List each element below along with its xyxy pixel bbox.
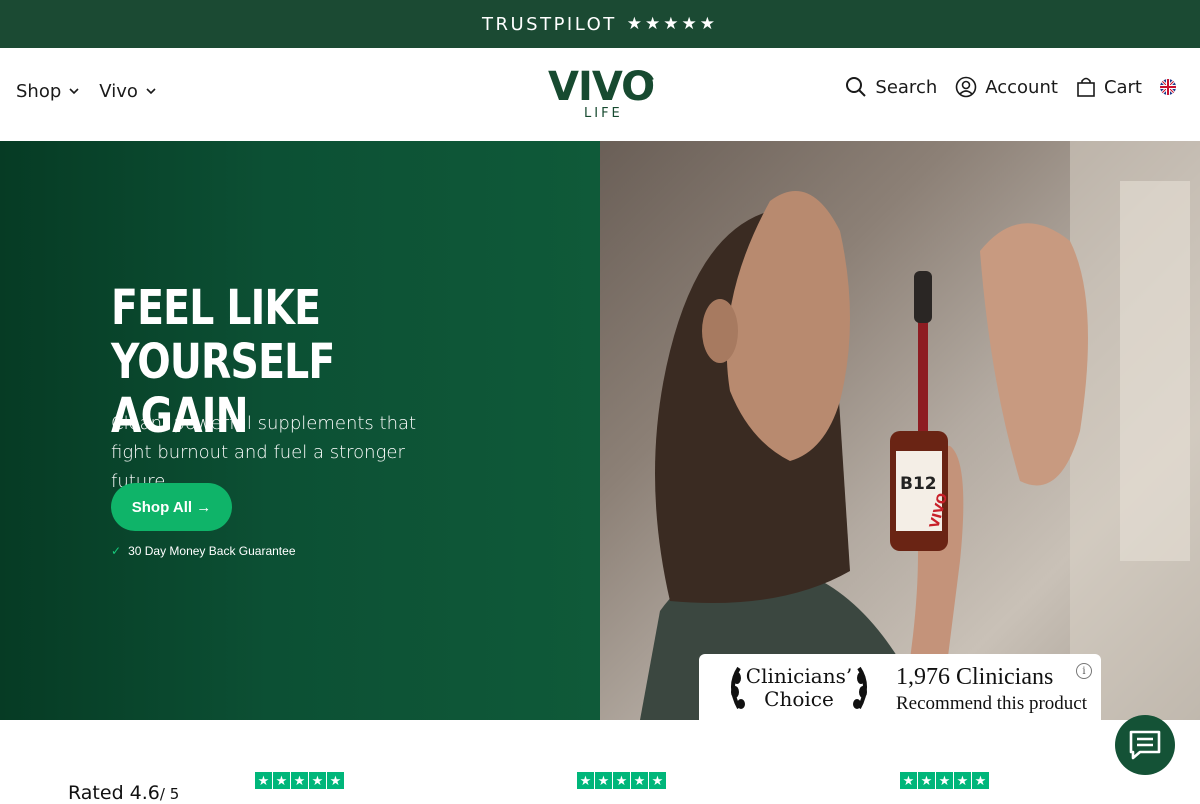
trustpilot-stars: ★★★★★: [626, 14, 718, 33]
star-icon: ★: [309, 772, 326, 789]
nav-vivo[interactable]: Vivo: [99, 81, 156, 102]
star-icon: ★: [273, 772, 290, 789]
cart-button[interactable]: Cart: [1076, 76, 1142, 98]
logo-sub: LIFE: [584, 106, 623, 121]
guarantee-note: ✓ 30 Day Money Back Guarantee: [111, 544, 296, 558]
review-stars: ★ ★ ★ ★ ★: [255, 772, 344, 789]
info-icon[interactable]: i: [1076, 663, 1092, 679]
guarantee-text: 30 Day Money Back Guarantee: [128, 544, 296, 558]
star-icon: ★: [918, 772, 935, 789]
star-icon: ★: [954, 772, 971, 789]
clinicians-title-line2: Choice: [764, 687, 834, 711]
shop-all-button[interactable]: Shop All →: [111, 483, 232, 531]
bottle-label-text: B12: [900, 474, 937, 494]
star-icon: ★: [972, 772, 989, 789]
star-icon: ★: [327, 772, 344, 789]
clinicians-choice-title: Clinicians’ Choice: [737, 665, 861, 711]
clinicians-choice-badge[interactable]: Clinicians’ Choice 1,976 Clinicians Reco…: [699, 654, 1101, 720]
star-icon: ★: [255, 772, 272, 789]
hero-image: B12 VIVO: [600, 141, 1200, 720]
search-label: Search: [875, 76, 938, 98]
account-label: Account: [985, 76, 1058, 98]
logo-mark: VIVO LIFE: [548, 64, 655, 121]
trustpilot-label: TRUSTPILOT: [481, 13, 617, 35]
rating-summary: Rated 4.6/ 5: [68, 782, 179, 804]
search-icon: [846, 77, 867, 97]
bag-icon: [1077, 77, 1095, 97]
clinicians-count: 1,976 Clinicians: [896, 664, 1054, 690]
logo-word: VIVO: [548, 64, 654, 110]
star-icon: ★: [577, 772, 594, 789]
rating-scale: / 5: [159, 785, 180, 803]
clinicians-recommend-text: Recommend this product: [896, 693, 1088, 714]
review-stars: ★ ★ ★ ★ ★: [577, 772, 666, 789]
cart-label: Cart: [1103, 76, 1142, 98]
chat-button[interactable]: [1115, 715, 1175, 775]
star-icon: ★: [936, 772, 953, 789]
primary-nav: Shop Vivo: [16, 81, 156, 102]
vivo-life-logo[interactable]: VIVO LIFE: [546, 62, 658, 122]
rating-value: Rated 4.6: [68, 782, 160, 804]
chat-icon: [1129, 730, 1161, 760]
search-button[interactable]: Search: [845, 76, 937, 98]
chevron-down-icon: [69, 88, 79, 95]
nav-shop-label: Shop: [16, 81, 62, 102]
review-stars: ★ ★ ★ ★ ★: [900, 772, 989, 789]
star-icon: ★: [900, 772, 917, 789]
utility-nav: Search Account Cart: [845, 76, 1176, 98]
account-icon: [955, 76, 977, 98]
check-icon: ✓: [111, 544, 122, 558]
nav-shop[interactable]: Shop: [16, 81, 79, 102]
trustpilot-banner[interactable]: TRUSTPILOT ★★★★★: [0, 0, 1200, 48]
hero-text-panel: FEEL LIKE YOURSELF AGAIN Clean, powerful…: [0, 141, 600, 720]
star-icon: ★: [649, 772, 666, 789]
hero-section: FEEL LIKE YOURSELF AGAIN Clean, powerful…: [0, 141, 1200, 720]
clinicians-title-line1: Clinicians’: [745, 664, 853, 688]
uk-flag-icon[interactable]: [1160, 79, 1176, 95]
star-icon: ★: [291, 772, 308, 789]
woman-with-dropper-illustration: B12 VIVO: [640, 141, 1200, 720]
star-icon: ★: [631, 772, 648, 789]
site-header: Shop Vivo VIVO LIFE Search Account Cart: [0, 48, 1200, 141]
chevron-down-icon: [146, 88, 156, 95]
star-icon: ★: [595, 772, 612, 789]
star-icon: ★: [613, 772, 630, 789]
nav-vivo-label: Vivo: [99, 81, 138, 102]
account-button[interactable]: Account: [955, 76, 1058, 98]
